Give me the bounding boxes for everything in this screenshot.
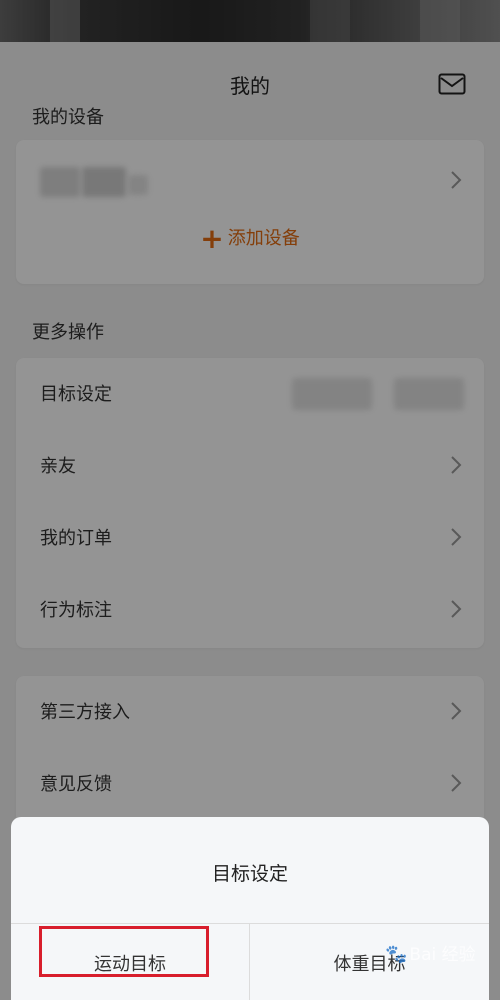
watermark-text: Bai 经验 xyxy=(409,945,476,965)
paw-icon: 🐾 xyxy=(385,944,408,965)
sheet-title: 目标设定 xyxy=(211,863,288,885)
watermark: 🐾 Bai 经验 xyxy=(385,940,476,965)
highlight-box xyxy=(39,926,209,977)
